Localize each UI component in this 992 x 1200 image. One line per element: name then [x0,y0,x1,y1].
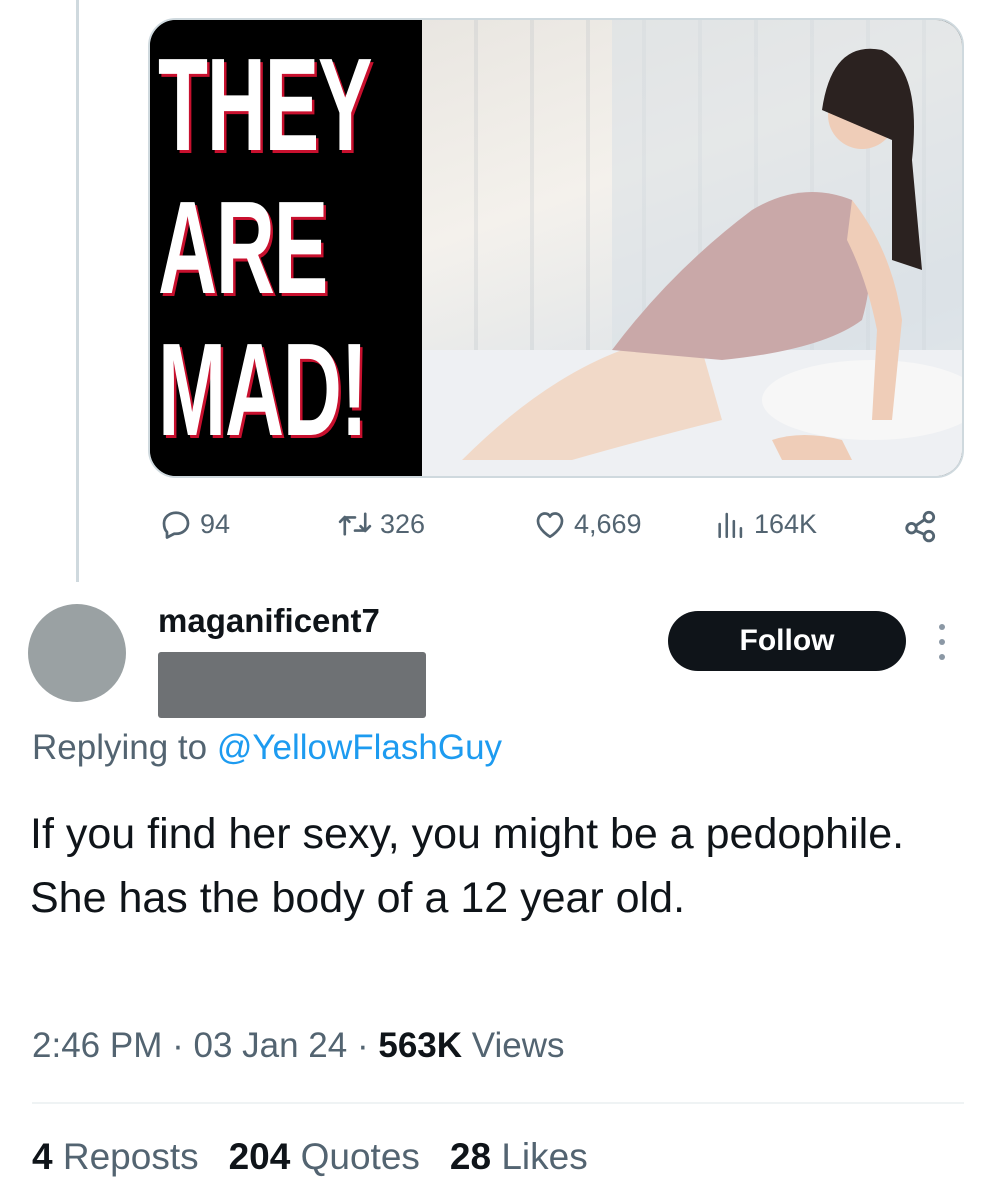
tweet-body-text: If you find her sexy, you might be a ped… [30,810,905,922]
quotes-stat[interactable]: 204 Quotes [229,1136,420,1178]
views-total-label: Views [471,1026,565,1065]
thread-connector-line [76,0,79,582]
follow-button[interactable]: Follow [668,611,906,671]
tweet-date[interactable]: 03 Jan 24 [193,1026,347,1065]
media-word-1: THEY [158,31,373,179]
divider [32,1102,964,1104]
quotes-stat-label: Quotes [300,1136,420,1177]
meta-separator: · [356,1026,369,1065]
meta-separator: · [172,1026,184,1065]
repost-count: 326 [380,508,426,539]
likes-stat-label: Likes [501,1136,588,1177]
likes-stat-count: 28 [449,1136,492,1177]
replying-to-line: Replying to @YellowFlashGuy [32,728,502,768]
media-word-2: ARE [158,173,328,321]
like-icon [536,512,564,539]
tweet-time[interactable]: 2:46 PM [32,1026,162,1065]
reply-action[interactable]: 94 [158,506,230,542]
views-total-count: 563K [378,1026,463,1065]
like-action[interactable]: 4,669 [532,506,642,542]
reposts-stat-count: 4 [32,1136,53,1177]
reposts-stat-label: Reposts [62,1136,199,1177]
repost-icon [338,512,372,536]
parent-tweet-actions: 94 326 4,669 164K [158,506,948,546]
reply-icon [162,511,190,539]
replying-to-mention[interactable]: @YellowFlashGuy [217,728,502,767]
author-name[interactable]: maganificent7 [158,602,380,640]
more-options-icon[interactable] [930,624,954,660]
tweet-media-image[interactable]: THEY ARE MAD! [148,18,964,478]
photo-illustration [422,20,962,476]
repost-action[interactable]: 326 [336,506,425,542]
avatar[interactable] [28,604,126,702]
views-action[interactable]: 164K [714,506,817,542]
reply-count: 94 [200,508,231,539]
media-photo-panel [422,20,962,476]
media-text-panel: THEY ARE MAD! [150,20,422,476]
views-icon [718,512,743,539]
tweet-meta: 2:46 PM · 03 Jan 24 · 563K Views [32,1026,565,1066]
share-action[interactable] [902,506,940,544]
views-count: 164K [754,508,818,539]
redacted-username-block [158,652,426,718]
like-count: 4,669 [574,508,642,539]
engagement-stats: 4 Reposts 204 Quotes 28 Likes [32,1136,588,1178]
likes-stat[interactable]: 28 Likes [450,1136,588,1178]
media-word-3: MAD! [158,316,368,464]
replying-to-label: Replying to [32,728,208,767]
reposts-stat[interactable]: 4 Reposts [32,1136,199,1178]
quotes-stat-count: 204 [228,1136,291,1177]
share-icon [905,510,936,543]
